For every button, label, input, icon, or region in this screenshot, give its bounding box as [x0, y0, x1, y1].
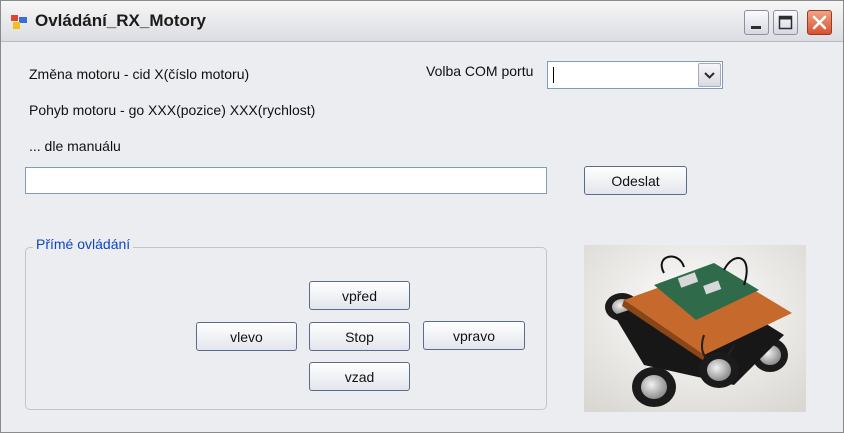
direct-control-title: Přímé ovládání — [33, 236, 134, 252]
forward-button[interactable]: vpřed — [309, 281, 410, 310]
text-caret — [553, 67, 554, 83]
minimize-icon — [751, 26, 761, 29]
robot-photo — [584, 245, 806, 412]
change-motor-label: Změna motoru - cid X(číslo motoru) — [29, 66, 250, 82]
back-button[interactable]: vzad — [309, 362, 410, 391]
send-button[interactable]: Odeslat — [584, 166, 687, 195]
client-area: Změna motoru - cid X(číslo motoru) Pohyb… — [1, 42, 843, 432]
com-port-select[interactable] — [547, 61, 723, 89]
dropdown-button[interactable] — [698, 63, 721, 87]
maximize-icon — [778, 15, 793, 30]
right-button[interactable]: vpravo — [423, 321, 525, 350]
app-window: Ovládání_RX_Motory Změna motoru - cid X(… — [0, 0, 844, 433]
app-icon — [11, 15, 27, 29]
left-button[interactable]: vlevo — [196, 322, 297, 351]
robot-image — [584, 245, 806, 412]
maximize-button[interactable] — [773, 10, 798, 35]
chevron-down-icon — [704, 72, 715, 79]
title-bar[interactable]: Ovládání_RX_Motory — [1, 1, 843, 42]
command-input[interactable] — [25, 167, 547, 194]
window-title: Ovládání_RX_Motory — [35, 11, 206, 30]
minimize-button[interactable] — [744, 10, 769, 35]
com-port-label: Volba COM portu — [426, 63, 534, 79]
close-button[interactable] — [807, 10, 832, 35]
manual-label: ... dle manuálu — [29, 138, 121, 154]
close-icon — [812, 15, 827, 30]
stop-button[interactable]: Stop — [309, 322, 410, 351]
move-motor-label: Pohyb motoru - go XXX(pozice) XXX(rychlo… — [29, 102, 316, 118]
